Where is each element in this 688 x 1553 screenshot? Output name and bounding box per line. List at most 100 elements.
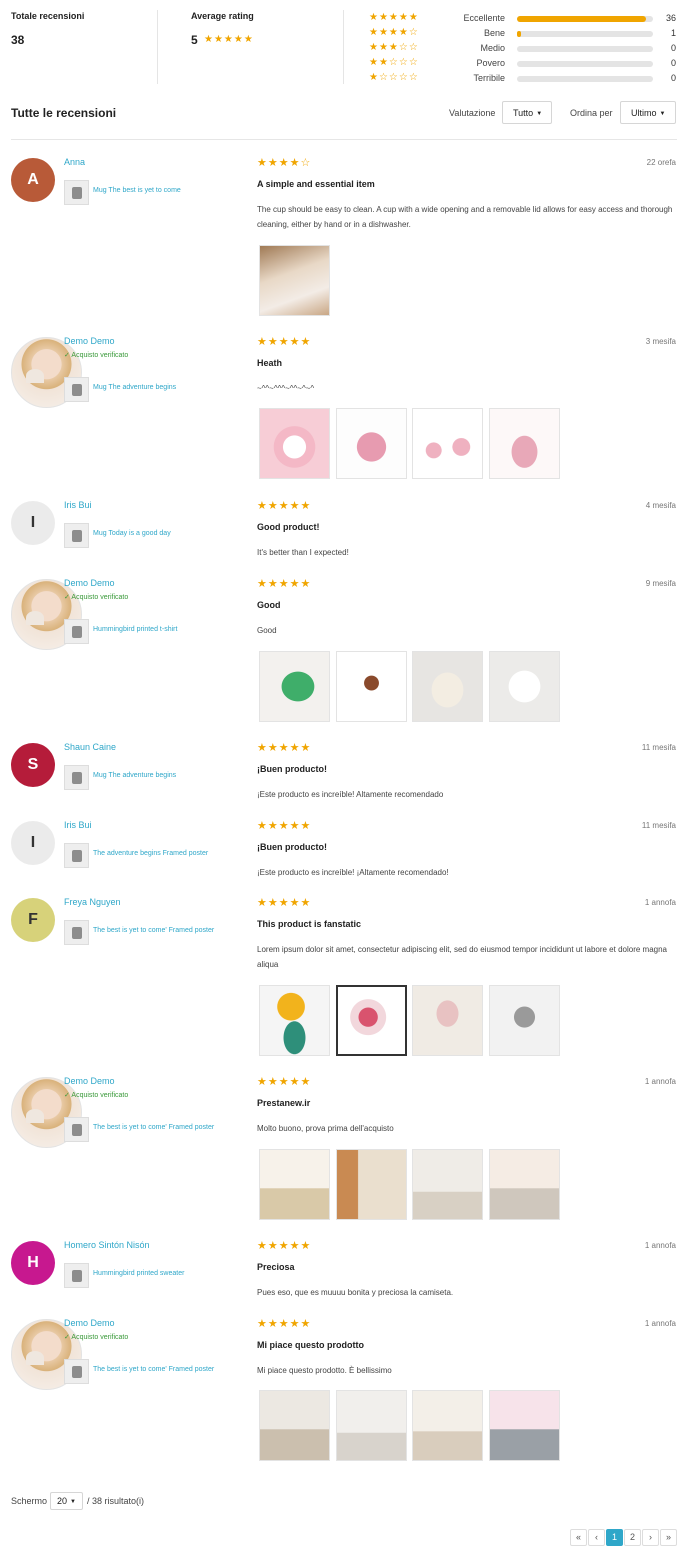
avatar: I — [11, 501, 55, 545]
per-page-label: Schermo — [11, 1496, 48, 1506]
sort-select[interactable]: Ultimo ▼ — [620, 101, 676, 124]
product-name: Mug The adventure begins — [93, 772, 177, 779]
rating-row-2[interactable]: ★★☆☆☆ Povero 0 — [369, 57, 679, 72]
product-link[interactable]: The best is yet to come' Framed poster — [64, 1117, 244, 1142]
reviewer-name[interactable]: Demo Demo — [64, 1076, 115, 1086]
rating-row-5[interactable]: ★★★★★ Eccellente 36 — [369, 12, 679, 27]
review-photo[interactable] — [259, 1390, 330, 1461]
product-link[interactable]: Mug The best is yet to come — [64, 180, 244, 205]
per-page-value: 20 — [57, 1496, 68, 1506]
review-stars: ★★★★★ — [257, 336, 312, 348]
page-2-button[interactable]: 2 — [624, 1529, 641, 1546]
reviewer-name[interactable]: Iris Bui — [64, 820, 92, 830]
reviewer-name[interactable]: Shaun Caine — [64, 742, 116, 752]
product-name: The adventure begins Framed poster — [93, 850, 209, 857]
review-photo[interactable] — [489, 985, 560, 1056]
page-1-button[interactable]: 1 — [606, 1529, 623, 1546]
review-body: The cup should be easy to clean. A cup w… — [257, 205, 673, 229]
reviewer-name[interactable]: Freya Nguyen — [64, 897, 121, 907]
rating-filter-label: Valutazione — [449, 108, 496, 118]
product-link[interactable]: Mug Today is a good day — [64, 523, 244, 548]
review-photo[interactable] — [489, 1149, 560, 1220]
review-photo[interactable] — [412, 985, 483, 1056]
next-page-button[interactable]: › — [642, 1529, 659, 1546]
rating-row-bar-fill — [517, 31, 522, 37]
last-page-button[interactable]: » — [660, 1529, 677, 1546]
product-name: The best is yet to come' Framed poster — [93, 1124, 215, 1131]
product-name: The best is yet to come' Framed poster — [93, 1366, 215, 1373]
reviewer-name[interactable]: Anna — [64, 157, 85, 167]
rating-row-count: 0 — [670, 73, 676, 83]
review-date: 3 mesifa — [645, 337, 676, 346]
review-title: Prestanew.ir — [257, 1098, 311, 1108]
rating-row-label: Povero — [476, 58, 505, 68]
rating-row-stars: ★☆☆☆☆ — [369, 72, 419, 83]
reviewer-name[interactable]: Demo Demo — [64, 1318, 115, 1328]
review-photo[interactable] — [489, 408, 560, 479]
product-link[interactable]: The adventure begins Framed poster — [64, 843, 244, 868]
product-link[interactable]: Mug The adventure begins — [64, 377, 244, 402]
product-thumbnail — [64, 843, 89, 868]
review-photo[interactable] — [412, 651, 483, 722]
review-photo[interactable] — [336, 1149, 407, 1220]
review-photo[interactable] — [412, 1149, 483, 1220]
reviewer-name[interactable]: Demo Demo — [64, 336, 115, 346]
review-photo[interactable] — [412, 408, 483, 479]
review-title: ¡Buen producto! — [257, 764, 327, 774]
review-date: 22 orefa — [646, 158, 676, 167]
review-photo[interactable] — [259, 408, 330, 479]
rating-row-4[interactable]: ★★★★☆ Bene 1 — [369, 27, 679, 42]
product-link[interactable]: Mug The adventure begins — [64, 765, 244, 790]
first-page-button[interactable]: « — [570, 1529, 587, 1546]
reviewer-name[interactable]: Homero Sintón Nisón — [64, 1240, 150, 1250]
rating-row-bar — [517, 61, 653, 67]
rating-summary: Totale recensioni 38 Average rating 5 ★★… — [0, 0, 688, 95]
caret-down-icon: ▼ — [536, 111, 543, 117]
review-title: Mi piace questo prodotto — [257, 1340, 364, 1350]
divider — [11, 139, 677, 140]
review-date: 1 annofa — [644, 1319, 676, 1328]
review-photo[interactable] — [336, 985, 407, 1056]
product-link[interactable]: Hummingbird printed t-shirt — [64, 619, 244, 644]
verified-purchase-badge: ✓ Acquisto verificato — [64, 1092, 129, 1099]
review-photo[interactable] — [336, 1390, 407, 1461]
divider — [343, 10, 344, 84]
review-photo[interactable] — [412, 1390, 483, 1461]
product-thumbnail — [64, 765, 89, 790]
avatar-initial: S — [27, 756, 39, 773]
results-count: / 38 risultato(i) — [87, 1496, 145, 1506]
review-photo[interactable] — [259, 245, 330, 316]
review-photo[interactable] — [259, 651, 330, 722]
prev-page-button[interactable]: ‹ — [588, 1529, 605, 1546]
product-link[interactable]: The best is yet to come' Framed poster — [64, 1359, 244, 1384]
product-thumbnail — [64, 1263, 89, 1288]
product-link[interactable]: Hummingbird printed sweater — [64, 1263, 244, 1288]
caret-down-icon: ▼ — [659, 111, 666, 117]
product-link[interactable]: The best is yet to come' Framed poster — [64, 920, 244, 945]
review-body: Good — [257, 626, 277, 635]
rating-filter-select[interactable]: Tutto ▼ — [502, 101, 552, 124]
review-photo[interactable] — [336, 408, 407, 479]
review-body: Lorem ipsum dolor sit amet, consectetur … — [257, 945, 667, 969]
per-page-select[interactable]: 20 ▼ — [50, 1492, 83, 1510]
sort-label: Ordina per — [570, 108, 613, 118]
review-photo[interactable] — [259, 985, 330, 1056]
product-thumbnail — [64, 1117, 89, 1142]
review-date: 1 annofa — [644, 1077, 676, 1086]
rating-row-stars: ★★☆☆☆ — [369, 57, 419, 68]
review-photo[interactable] — [489, 651, 560, 722]
review-photo[interactable] — [336, 651, 407, 722]
review-body: ¡Este producto es increíble! ¡Altamente … — [257, 868, 449, 877]
product-name: Mug The adventure begins — [93, 384, 177, 391]
verified-purchase-badge: ✓ Acquisto verificato — [64, 352, 129, 359]
rating-row-1[interactable]: ★☆☆☆☆ Terribile 0 — [369, 72, 679, 87]
product-thumbnail — [64, 180, 89, 205]
rating-row-3[interactable]: ★★★☆☆ Medio 0 — [369, 42, 679, 57]
avatar: A — [11, 158, 55, 202]
reviewer-name[interactable]: Iris Bui — [64, 500, 92, 510]
rating-row-count: 0 — [670, 58, 676, 68]
review-photo[interactable] — [259, 1149, 330, 1220]
review-photo[interactable] — [489, 1390, 560, 1461]
reviewer-name[interactable]: Demo Demo — [64, 578, 115, 588]
product-name: Hummingbird printed t-shirt — [93, 626, 178, 633]
